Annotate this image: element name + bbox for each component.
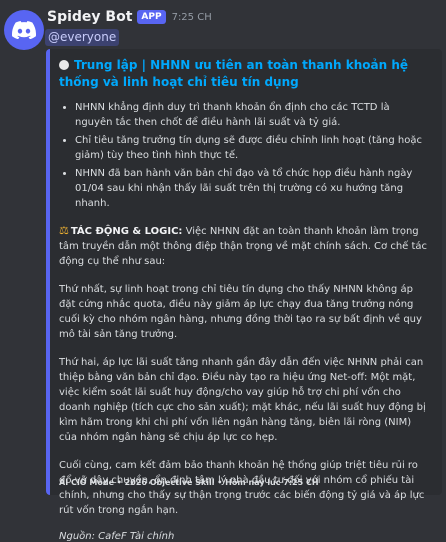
analysis-paragraph-1: Thứ nhất, sự linh hoạt trong chỉ tiêu tí… xyxy=(59,284,422,340)
bot-avatar[interactable] xyxy=(4,10,44,50)
app-badge: APP xyxy=(137,10,166,24)
analysis-paragraph-2: Thứ hai, áp lực lãi suất tăng nhanh gần … xyxy=(59,357,426,443)
embed-title[interactable]: Trung lập | NHNN ưu tiên an toàn thanh k… xyxy=(59,57,430,91)
chat-message: Spidey Bot APP 7:25 CH @everyone Trung l… xyxy=(0,0,446,542)
message-header: Spidey Bot APP 7:25 CH xyxy=(47,9,212,25)
news-embed: Trung lập | NHNN ưu tiên an toàn thanh k… xyxy=(46,49,442,542)
impact-label: TÁC ĐỘNG & LOGIC: xyxy=(70,226,183,237)
embed-footer: AI CIO Mode • 2026 Objective Skill • Hôm… xyxy=(59,478,319,487)
analysis-paragraph-3: Cuối cùng, cam kết đảm bảo thanh khoản h… xyxy=(59,460,425,516)
discord-logo-icon xyxy=(12,21,36,39)
key-points-list: NHNN khẳng định duy trì thanh khoản ổn đ… xyxy=(59,100,430,211)
bot-username[interactable]: Spidey Bot xyxy=(47,9,132,25)
list-item: NHNN khẳng định duy trì thanh khoản ổn đ… xyxy=(75,100,430,130)
white-circle-icon xyxy=(59,60,69,70)
balance-scale-icon: ⚖ xyxy=(59,224,69,237)
list-item: Chỉ tiêu tăng trưởng tín dụng sẽ được đi… xyxy=(75,133,430,163)
news-source: Nguồn: CafeF Tài chính xyxy=(59,531,175,542)
everyone-mention[interactable]: @everyone xyxy=(45,29,120,46)
message-timestamp[interactable]: 7:25 CH xyxy=(172,12,212,23)
list-item: NHNN đã ban hành văn bản chỉ đạo và tổ c… xyxy=(75,166,430,211)
impact-paragraph: ⚖ TÁC ĐỘNG & LOGIC: Việc NHNN đặt an toàn… xyxy=(59,223,430,269)
embed-title-text: Trung lập | NHNN ưu tiên an toàn thanh k… xyxy=(59,58,409,89)
